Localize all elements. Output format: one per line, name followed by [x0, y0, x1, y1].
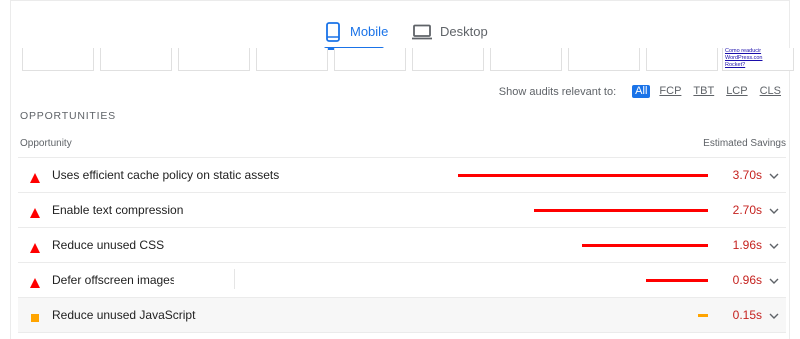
filmstrip-frame [100, 48, 172, 71]
audit-title: Uses efficient cache policy on static as… [52, 168, 280, 182]
filmstrip-frame-last: Como readucir WordPress.con Rocket? [722, 48, 794, 71]
filmstrip-frame [334, 48, 406, 71]
opportunity-list: Uses efficient cache policy on static as… [18, 157, 786, 333]
tab-desktop-label: Desktop [440, 24, 488, 39]
savings-bar [582, 244, 708, 247]
audit-title: Enable text compression [52, 203, 184, 217]
filmstrip-frame [178, 48, 250, 71]
filter-chip-cls[interactable]: CLS [757, 85, 784, 98]
audit-row[interactable]: Reduce unused JavaScript 0.15s [18, 297, 786, 333]
audit-filter: Show audits relevant to: All FCP TBT LCP… [499, 85, 784, 98]
column-opportunity: Opportunity [20, 138, 72, 149]
filter-chip-all[interactable]: All [632, 85, 651, 98]
savings-bar [534, 209, 708, 212]
filter-chip-fcp[interactable]: FCP [656, 85, 684, 98]
chevron-down-icon[interactable] [768, 169, 780, 181]
savings-value: 2.70s [732, 203, 762, 217]
audit-row[interactable]: Reduce unused CSS 1.96s [18, 227, 786, 262]
filter-label: Show audits relevant to: [498, 85, 617, 98]
frame-text-line: WordPress.con [725, 55, 763, 61]
filter-chip-lcp[interactable]: LCP [723, 85, 750, 98]
frame-text-line: Rocket? [725, 62, 746, 68]
orange-square-icon [30, 310, 40, 322]
desktop-icon [412, 18, 432, 46]
audit-title: Defer offscreen images [52, 273, 176, 287]
savings-value: 1.96s [732, 238, 762, 252]
table-header: Opportunity Estimated Savings [20, 138, 786, 154]
chevron-down-icon[interactable] [768, 309, 780, 321]
inline-image-placeholder [174, 269, 235, 289]
chevron-down-icon[interactable] [768, 274, 780, 286]
filmstrip-frame [22, 48, 94, 71]
savings-value: 3.70s [732, 168, 762, 182]
red-triangle-icon [30, 205, 40, 218]
filter-chip-tbt[interactable]: TBT [690, 85, 717, 98]
chevron-down-icon[interactable] [768, 239, 780, 251]
filmstrip-frame [256, 48, 328, 71]
tab-mobile[interactable]: Mobile [324, 18, 388, 50]
column-estimated-savings: Estimated Savings [703, 138, 786, 149]
audit-title: Reduce unused CSS [52, 238, 165, 252]
savings-value: 0.15s [732, 308, 762, 322]
device-tabs: Mobile Desktop [0, 18, 800, 50]
filmstrip-frame [568, 48, 640, 71]
chevron-down-icon[interactable] [768, 204, 780, 216]
filmstrip-frame [646, 48, 718, 71]
red-triangle-icon [30, 240, 40, 253]
audit-row[interactable]: Uses efficient cache policy on static as… [18, 157, 786, 192]
savings-bar [458, 174, 708, 177]
audit-row[interactable]: Defer offscreen images 0.96s [18, 262, 786, 297]
filmstrip-frame [412, 48, 484, 71]
section-title: OPPORTUNITIES [20, 110, 116, 122]
red-triangle-icon [30, 275, 40, 288]
audit-row[interactable]: Enable text compression 2.70s [18, 192, 786, 227]
savings-bar [698, 314, 708, 317]
savings-value: 0.96s [732, 273, 762, 287]
red-triangle-icon [30, 170, 40, 183]
filmstrip-frame [490, 48, 562, 71]
tab-desktop[interactable]: Desktop [412, 18, 488, 50]
frame-text-line: Como readucir [725, 48, 762, 54]
savings-bar [646, 279, 708, 282]
mobile-icon [324, 18, 342, 46]
tab-mobile-label: Mobile [350, 24, 389, 39]
audit-title: Reduce unused JavaScript [52, 308, 196, 322]
